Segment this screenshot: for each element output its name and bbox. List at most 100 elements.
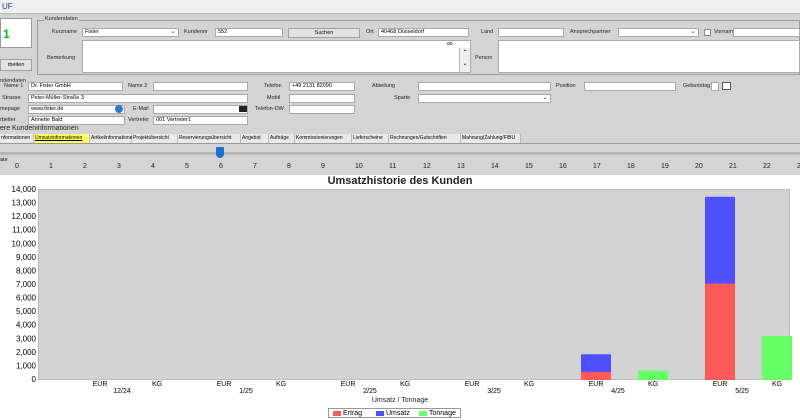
name1-label: Name 1 bbox=[4, 83, 24, 89]
homepage-input[interactable]: www.fister.de bbox=[28, 105, 125, 114]
x-sub-label: KG bbox=[152, 381, 162, 388]
glasses-icon[interactable]: ∞ bbox=[447, 39, 453, 48]
y-tick-label: 1,000 bbox=[16, 361, 37, 370]
tab-5[interactable]: Angebot bbox=[241, 134, 269, 143]
more-info-title: ere Kundeninformationen bbox=[0, 125, 79, 132]
slider-track[interactable] bbox=[0, 152, 800, 155]
place-input[interactable]: 40468 Düsseldorf bbox=[378, 28, 469, 37]
y-tick-label: 0 bbox=[32, 375, 37, 384]
email-input[interactable] bbox=[153, 105, 248, 114]
tab-9[interactable]: Rechnungen/Gutschriften bbox=[389, 134, 461, 143]
slider-tick-label: 18 bbox=[627, 163, 635, 170]
place-label: Ort bbox=[366, 29, 374, 35]
tab-7[interactable]: Kommissionierungen bbox=[295, 134, 352, 143]
y-tick-label: 13,000 bbox=[12, 199, 37, 208]
x-sub-label: EUR bbox=[217, 381, 232, 388]
counter-value: 1 bbox=[3, 27, 10, 41]
calendar-icon[interactable] bbox=[722, 82, 731, 90]
country-label: Land bbox=[481, 29, 494, 35]
position-input[interactable] bbox=[584, 82, 676, 91]
position-label: Position bbox=[556, 83, 576, 89]
rep-label: Vertreter bbox=[128, 117, 150, 123]
mail-icon[interactable] bbox=[239, 106, 247, 112]
slider-tick-label: 21 bbox=[729, 163, 737, 170]
contact-label: Ansprechpartner bbox=[570, 29, 611, 35]
y-tick-label: 14,000 bbox=[12, 185, 37, 194]
slider-tick-label: 6 bbox=[219, 163, 223, 170]
y-tick-label: 3,000 bbox=[16, 334, 37, 343]
y-tick-label: 2,000 bbox=[16, 348, 37, 357]
name2-input[interactable] bbox=[153, 82, 248, 91]
street-input[interactable]: Peter-Müller-Straße 3 bbox=[28, 94, 248, 103]
x-sub-label: KG bbox=[772, 381, 782, 388]
search-button[interactable]: Suchen bbox=[288, 28, 360, 38]
tab-6[interactable]: Aufträge bbox=[269, 134, 295, 143]
y-tick-label: 12,000 bbox=[12, 212, 37, 221]
x-sub-label: EUR bbox=[465, 381, 480, 388]
bar-tonnage bbox=[638, 370, 668, 380]
x-sub-label: KG bbox=[276, 381, 286, 388]
shortname-select[interactable]: Fister bbox=[82, 28, 179, 37]
branch-label: Sparte bbox=[394, 95, 411, 101]
tab-8[interactable]: Lieferscheine bbox=[352, 134, 389, 143]
slider-tick-label: 15 bbox=[525, 163, 533, 170]
slider-tick-label: 1 bbox=[49, 163, 53, 170]
dept-input[interactable] bbox=[418, 82, 551, 91]
birthday-input[interactable] bbox=[711, 82, 719, 91]
contact-select[interactable] bbox=[618, 28, 699, 37]
y-tick-label: 11,000 bbox=[12, 226, 36, 235]
mobile-input[interactable] bbox=[289, 94, 355, 103]
remark-textarea[interactable] bbox=[82, 40, 471, 73]
tab-1[interactable]: Umsatzinformationen bbox=[34, 134, 90, 143]
x-sub-label: KG bbox=[524, 381, 534, 388]
tab-0[interactable]: nformationen bbox=[0, 134, 34, 143]
bar-tonnage bbox=[762, 335, 792, 380]
slider-tick-label: 19 bbox=[661, 163, 669, 170]
slider-tick-label: 9 bbox=[321, 163, 325, 170]
street-label: Strasse bbox=[2, 95, 21, 101]
shortname-label: Kurzname bbox=[52, 29, 78, 35]
slider-tick-label: 10 bbox=[355, 163, 363, 170]
slider-tick-label: 22 bbox=[763, 163, 771, 170]
edit-button[interactable]: rbeiten bbox=[0, 59, 32, 71]
legend-label: Ertrag bbox=[343, 410, 363, 417]
agent-input[interactable]: Annette Bald bbox=[28, 116, 125, 125]
tab-2[interactable]: Artikelinformationen bbox=[90, 134, 135, 143]
tab-4[interactable]: Reservierungsübersicht bbox=[178, 134, 241, 143]
x-sub-label: EUR bbox=[713, 381, 728, 388]
country-input[interactable] bbox=[498, 28, 564, 37]
firstname-label: Vorname bbox=[714, 29, 737, 35]
slider-tick-label: 3 bbox=[117, 163, 121, 170]
phonedw-input[interactable] bbox=[289, 105, 355, 114]
slider-thumb[interactable] bbox=[216, 147, 224, 158]
x-category-label: 1/25 bbox=[239, 388, 253, 395]
y-tick-label: 6,000 bbox=[16, 294, 37, 303]
remark-scrollbar[interactable]: ⌃ ⌄ bbox=[459, 48, 470, 72]
bar-ertrag bbox=[581, 371, 611, 380]
x-category-label: 12/24 bbox=[113, 388, 131, 395]
slider-tick-label: 8 bbox=[287, 163, 291, 170]
counter-box: 1 bbox=[0, 18, 32, 48]
remark-label: Bemerkung bbox=[47, 55, 76, 61]
email-label: E-Mail bbox=[133, 106, 149, 112]
name1-input[interactable]: Dr. Fister GmbH bbox=[28, 82, 123, 91]
tab-10[interactable]: Mahnung/Zahlung/FIBU bbox=[461, 134, 521, 143]
branch-select[interactable] bbox=[418, 94, 551, 103]
x-category-label: 5/25 bbox=[735, 388, 749, 395]
title-bar: UF bbox=[0, 0, 800, 14]
y-tick-label: 5,000 bbox=[16, 307, 37, 316]
firstname-input[interactable] bbox=[733, 28, 800, 37]
rep-input[interactable]: 001 Vertreter1 bbox=[153, 116, 248, 125]
legend-swatch bbox=[419, 411, 427, 416]
person-box[interactable] bbox=[498, 40, 800, 73]
legend-swatch bbox=[333, 411, 341, 416]
slider-tick-label: 14 bbox=[491, 163, 499, 170]
agent-label: rbeiter bbox=[0, 117, 16, 123]
custno-input[interactable]: 552 bbox=[215, 28, 283, 37]
phone-input[interactable]: +49 2131 82090 bbox=[289, 82, 355, 91]
tab-3[interactable]: Projektübersicht bbox=[132, 134, 178, 143]
customer-group-title: Kundendaten bbox=[44, 16, 79, 22]
globe-icon[interactable] bbox=[115, 105, 123, 113]
y-tick-label: 9,000 bbox=[16, 253, 37, 262]
y-tick-label: 7,000 bbox=[16, 280, 37, 289]
